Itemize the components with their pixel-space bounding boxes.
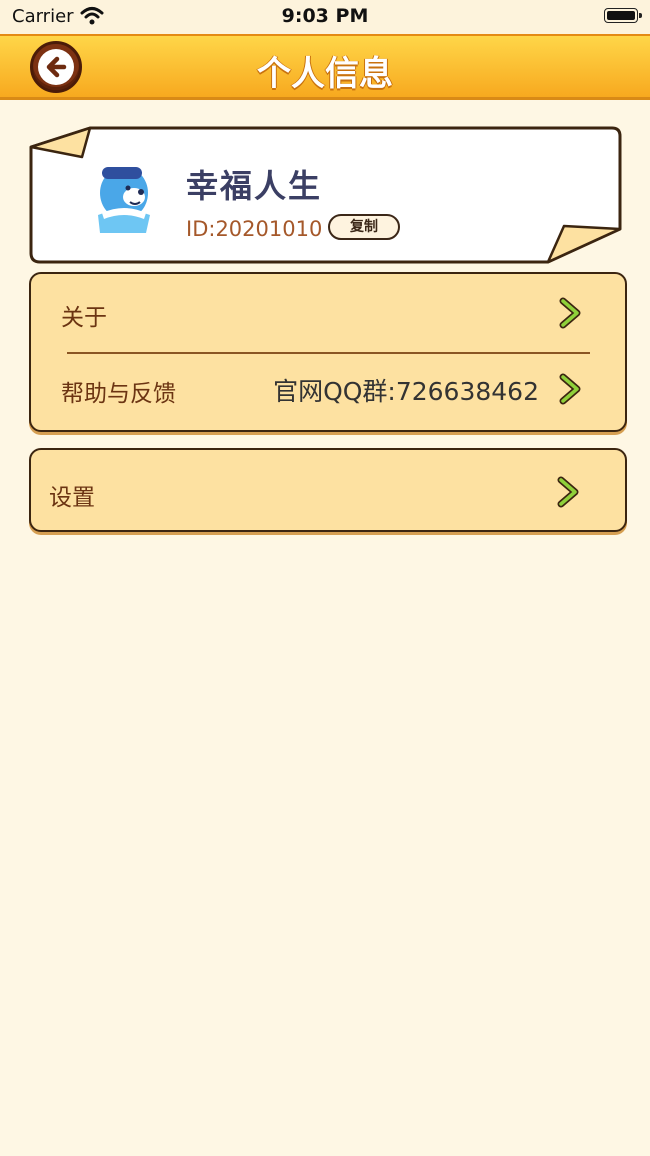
user-name: 幸福人生 — [186, 167, 323, 205]
about-label: 关于 — [61, 305, 107, 331]
status-bar: Carrier 9:03 PM — [0, 0, 650, 34]
profile-card: 幸福人生 ID:20201010 复制 — [28, 125, 624, 265]
status-time: 9:03 PM — [281, 5, 369, 27]
battery-icon — [604, 8, 642, 23]
user-id: ID:20201010 — [186, 217, 323, 241]
page-title: 个人信息 — [257, 54, 393, 94]
menu-group-info: 关于 帮助与反馈 官网QQ群:726638462 — [29, 272, 627, 432]
settings-label: 设置 — [49, 485, 95, 511]
chevron-right-icon — [557, 476, 579, 508]
menu-item-about[interactable]: 关于 — [31, 274, 625, 352]
chevron-right-icon — [559, 297, 581, 329]
chevron-right-icon — [559, 373, 581, 405]
help-feedback-label: 帮助与反馈 — [61, 381, 176, 407]
menu-item-help-feedback[interactable]: 帮助与反馈 官网QQ群:726638462 — [31, 354, 625, 430]
menu-item-settings[interactable]: 设置 — [31, 450, 625, 530]
bear-avatar-icon — [98, 167, 150, 233]
copy-id-button[interactable]: 复制 — [328, 214, 400, 240]
qq-group-value: 官网QQ群:726638462 — [273, 377, 539, 406]
menu-group-settings: 设置 — [29, 448, 627, 532]
nav-bar: 个人信息 — [0, 34, 650, 100]
